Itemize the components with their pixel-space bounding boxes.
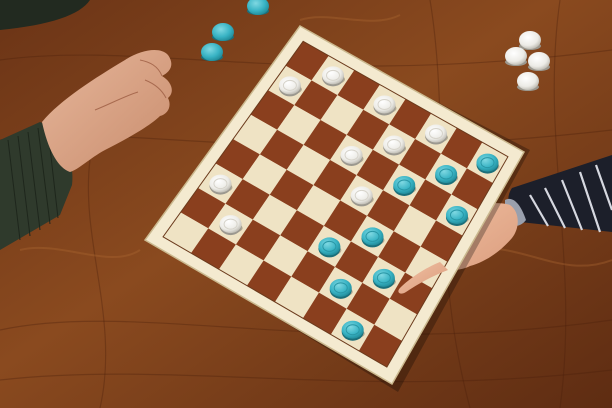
photo-canvas (0, 0, 612, 408)
teal-checker (247, 0, 269, 15)
teal-checker (201, 43, 223, 61)
teal-checker (212, 23, 234, 41)
white-checker (505, 47, 527, 66)
checkers-photo (0, 0, 612, 408)
white-checker (517, 72, 539, 91)
white-checker (528, 52, 550, 71)
white-checker (519, 31, 541, 50)
